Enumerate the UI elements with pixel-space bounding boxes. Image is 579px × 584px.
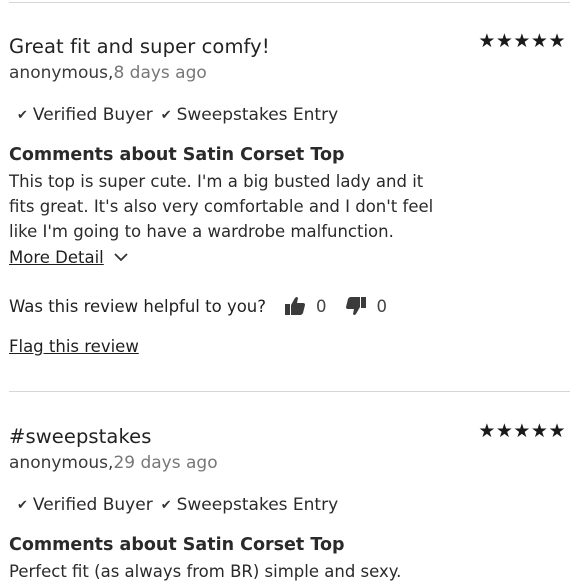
review-card: Great fit and super comfy! ★★★★★ anonymo… [9,0,570,390]
flag-review-link[interactable]: Flag this review [9,337,139,356]
helpful-label: Was this review helpful to you? [9,296,267,316]
thumbs-up-button[interactable]: 0 [284,296,327,316]
review-heading: Comments about Satin Corset Top [9,535,345,555]
review-title: Great fit and super comfy! [9,35,270,58]
more-detail-label: More Detail [9,248,104,267]
review-card: #sweepstakes ★★★★★ anonymous,29 days ago… [9,390,570,581]
helpful-prompt: Was this review helpful to you? 0 0 [9,296,387,316]
sweepstakes-entry-badge: ✔ Sweepstakes Entry [161,495,338,515]
thumbs-down-icon [345,297,366,315]
review-author: anonymous, [9,63,114,83]
check-icon: ✔ [160,497,172,513]
check-icon: ✔ [17,107,28,123]
verified-buyer-badge: ✔ Verified Buyer [17,495,153,515]
badge-label: Sweepstakes Entry [176,105,339,125]
chevron-down-icon [114,253,128,262]
thumbs-up-icon [285,297,306,315]
verified-buyer-badge: ✔ Verified Buyer [17,105,153,125]
review-body: Perfect fit (as always from BR) simple a… [9,562,402,581]
more-detail-link[interactable]: More Detail [9,248,128,267]
thumbs-down-button[interactable]: 0 [345,296,388,316]
badge-label: Sweepstakes Entry [176,495,339,515]
star-rating: ★★★★★ [478,420,566,442]
review-badges: ✔ Verified Buyer ✔ Sweepstakes Entry [17,495,338,515]
star-rating: ★★★★★ [478,30,566,52]
badge-label: Verified Buyer [32,105,153,125]
check-icon: ✔ [17,497,28,513]
review-badges: ✔ Verified Buyer ✔ Sweepstakes Entry [17,105,338,125]
review-body: This top is super cute. I'm a big busted… [9,172,434,241]
review-date: 8 days ago [113,63,207,83]
review-title: #sweepstakes [9,425,152,448]
sweepstakes-entry-badge: ✔ Sweepstakes Entry [161,105,338,125]
review-author: anonymous, [9,453,114,473]
review-heading: Comments about Satin Corset Top [9,145,345,165]
badge-label: Verified Buyer [32,495,153,515]
review-meta: anonymous,8 days ago [9,63,207,83]
review-meta: anonymous,29 days ago [9,453,218,473]
unhelpful-count: 0 [376,296,388,316]
helpful-count: 0 [316,296,327,316]
check-icon: ✔ [160,107,172,123]
review-date: 29 days ago [113,453,218,473]
